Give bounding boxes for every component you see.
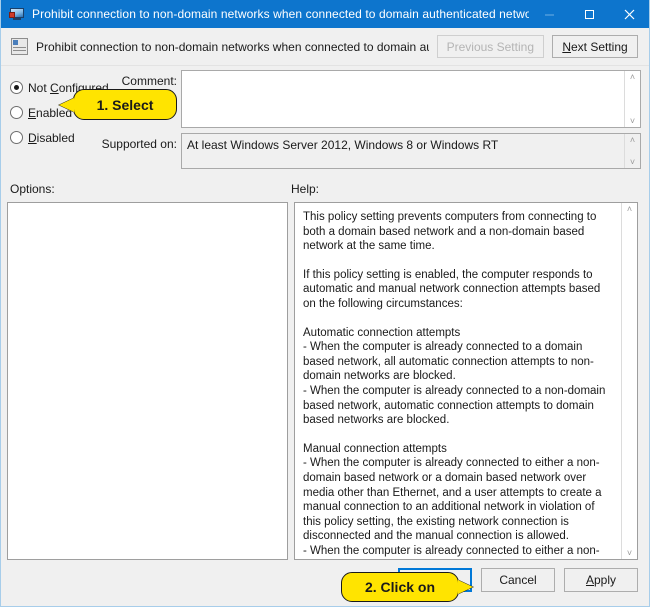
help-paragraph: Manual connection attempts - When the co… (303, 442, 602, 557)
callout-step-2: 2. Click on (341, 572, 473, 602)
minimize-icon[interactable] (529, 0, 569, 28)
callout-tail-icon (458, 580, 473, 594)
radio-indicator-icon (10, 131, 23, 144)
scroll-up-icon[interactable]: ˄ (630, 136, 635, 145)
callout-step-1: 1. Select (59, 89, 177, 120)
maximize-icon[interactable] (569, 0, 609, 28)
options-panel[interactable] (7, 202, 288, 560)
comment-field[interactable]: ˄ ˅ (181, 70, 641, 128)
supported-on-value: At least Windows Server 2012, Windows 8 … (187, 138, 499, 152)
radio-indicator-icon (10, 106, 23, 119)
scroll-down-icon[interactable]: ˅ (630, 117, 635, 126)
panels-row: This policy setting prevents computers f… (1, 202, 649, 560)
supported-on-scrollbar[interactable]: ˄ ˅ (624, 134, 640, 168)
scroll-up-icon[interactable]: ˄ (627, 205, 632, 214)
comment-scrollbar[interactable]: ˄ ˅ (624, 71, 640, 127)
cancel-button[interactable]: Cancel (481, 568, 555, 592)
help-text: This policy setting prevents computers f… (295, 203, 621, 559)
setting-state-area: Not Configured Enabled Disabled Comment:… (1, 66, 649, 178)
apply-button[interactable]: Apply (564, 568, 638, 592)
close-icon[interactable] (609, 0, 649, 28)
callout-step-2-label: 2. Click on (364, 579, 436, 595)
callout-step-1-label: 1. Select (96, 96, 154, 113)
scroll-up-icon[interactable]: ˄ (630, 73, 635, 82)
scroll-down-icon[interactable]: ˅ (627, 549, 632, 558)
help-paragraph: This policy setting prevents computers f… (303, 211, 597, 253)
next-setting-button[interactable]: Next Setting (552, 35, 638, 58)
scroll-down-icon[interactable]: ˅ (630, 158, 635, 167)
supported-on-label: Supported on: (101, 137, 177, 151)
radio-indicator-icon (10, 81, 23, 94)
dialog-buttons: OK Cancel Apply (1, 560, 649, 606)
section-labels: Options: Help: (1, 178, 649, 202)
policy-setting-icon (11, 38, 28, 55)
setting-name: Prohibit connection to non-domain networ… (36, 39, 429, 54)
group-policy-setting-dialog: Prohibit connection to non-domain networ… (0, 0, 650, 607)
help-paragraph: If this policy setting is enabled, the c… (303, 268, 601, 310)
window-title: Prohibit connection to non-domain networ… (32, 7, 529, 21)
callout-tail-icon (59, 97, 74, 112)
comment-value (182, 71, 624, 127)
window-controls (529, 0, 649, 28)
comment-label: Comment: (121, 74, 177, 88)
help-panel: This policy setting prevents computers f… (294, 202, 638, 560)
help-scrollbar[interactable]: ˄ ˅ (621, 203, 637, 559)
supported-on-field: At least Windows Server 2012, Windows 8 … (181, 133, 641, 169)
help-label: Help: (291, 182, 320, 196)
network-policy-icon (9, 6, 25, 22)
setting-header: Prohibit connection to non-domain networ… (1, 28, 649, 66)
title-bar: Prohibit connection to non-domain networ… (1, 0, 649, 28)
previous-setting-button[interactable]: Previous Setting (436, 35, 544, 58)
help-paragraph: Automatic connection attempts - When the… (303, 326, 606, 427)
options-label: Options: (10, 182, 55, 196)
